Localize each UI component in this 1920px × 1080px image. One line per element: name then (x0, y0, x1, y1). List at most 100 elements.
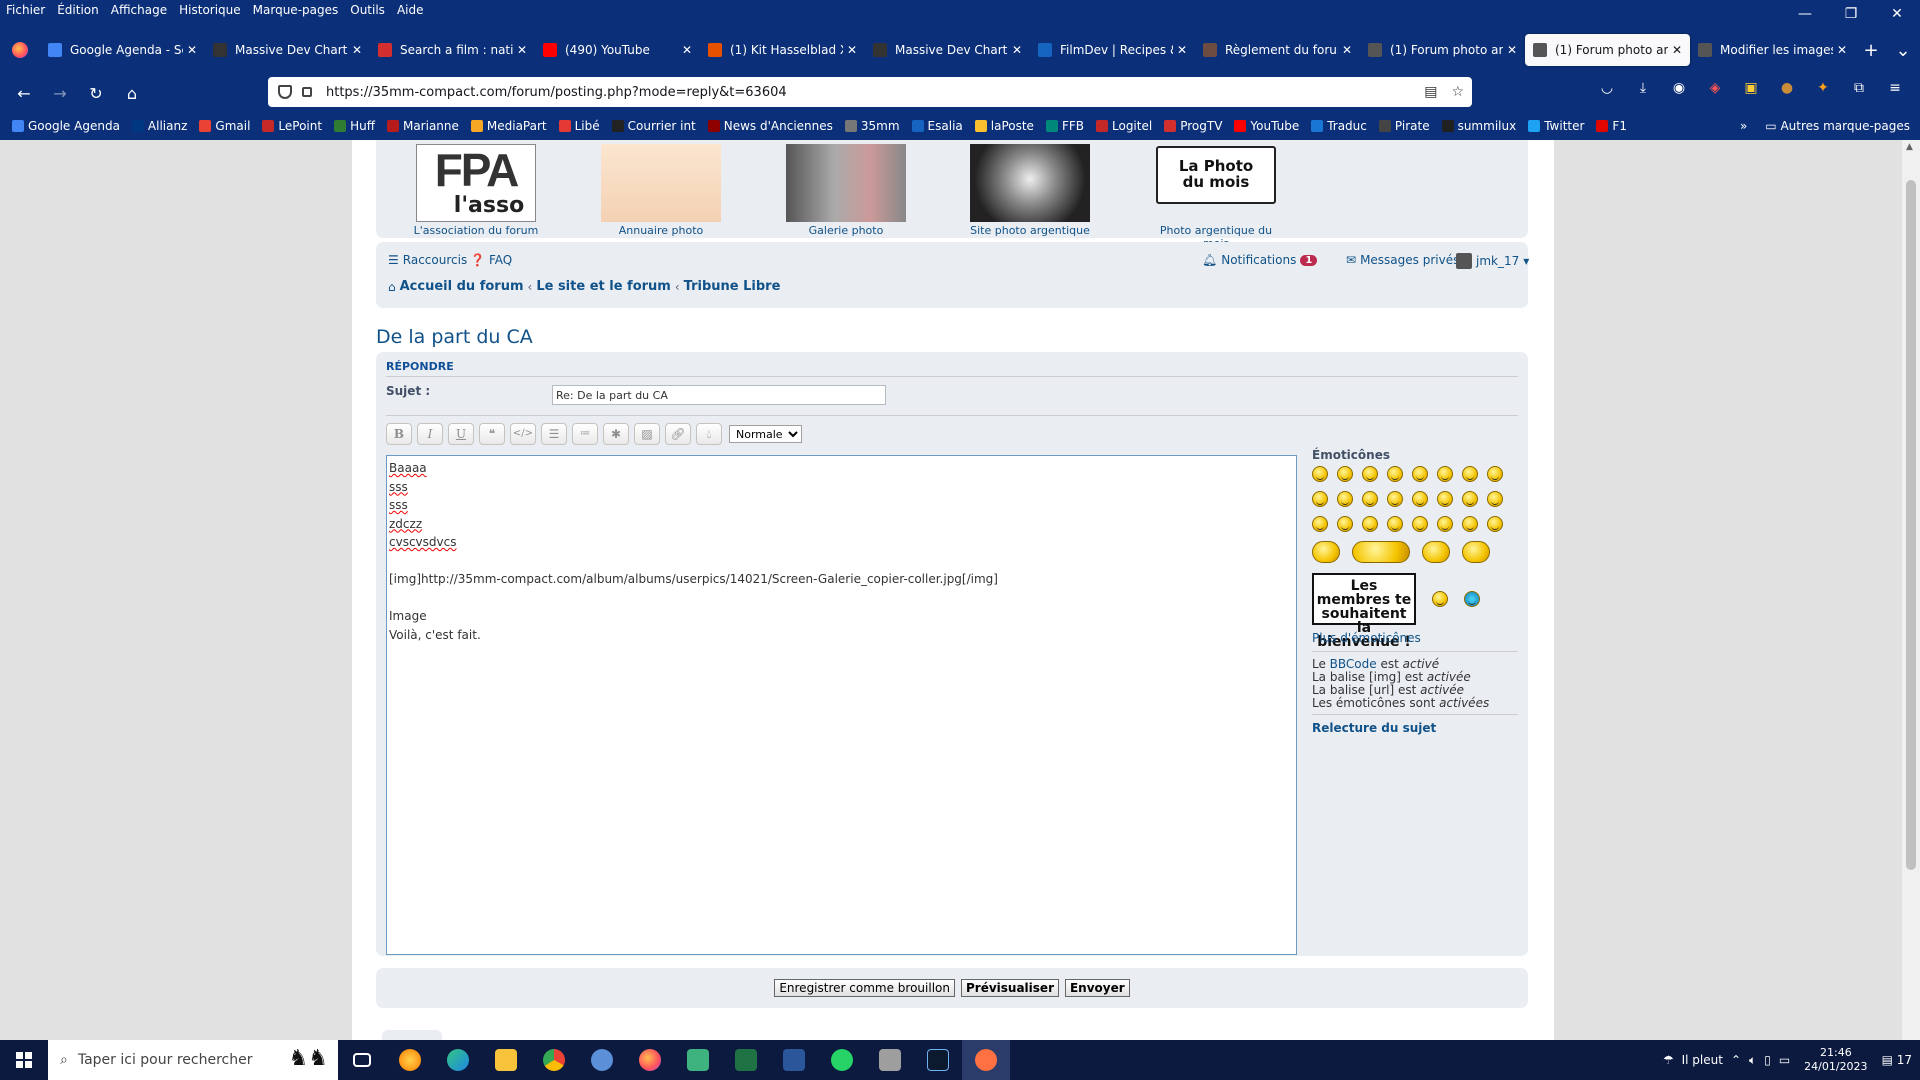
smiley-icon[interactable] (1487, 466, 1503, 482)
menu-item[interactable]: Aide (397, 3, 424, 17)
smiley-icon[interactable] (1362, 466, 1378, 482)
message-textarea[interactable]: Baaaa sss sss zdczz cvscvsdvcs [img]http://3… (386, 455, 1297, 955)
notification-center-icon[interactable]: ▤ 17 (1882, 1053, 1912, 1067)
tab-close-icon[interactable]: ✕ (1672, 43, 1682, 57)
url-bar[interactable]: https://35mm-compact.com/forum/posting.p… (268, 77, 1472, 107)
smiley-icon[interactable] (1312, 491, 1328, 507)
reader-view-icon[interactable]: ▤ (1424, 84, 1437, 100)
smiley-icon[interactable] (1337, 491, 1353, 507)
github-desktop-icon[interactable] (578, 1040, 626, 1080)
word-icon[interactable] (770, 1040, 818, 1080)
browser-tab[interactable]: Google Agenda - Se ✕ (40, 34, 205, 66)
smiley-icon[interactable] (1337, 516, 1353, 532)
bookmark-item[interactable]: Esalia (911, 119, 963, 133)
smiley-icon[interactable] (1437, 491, 1453, 507)
extensions-icon[interactable]: ⧉ (1848, 80, 1870, 102)
weather-icon[interactable]: ☂ (1663, 1053, 1674, 1067)
extension-color-icon[interactable]: ✦ (1812, 80, 1834, 102)
more-smilies-link[interactable]: Plus d'émoticônes (1312, 631, 1518, 645)
image-button[interactable]: ▨ (634, 423, 660, 445)
tab-close-icon[interactable]: ✕ (1837, 43, 1847, 57)
forward-icon[interactable]: → (42, 84, 78, 103)
browser-tab[interactable]: Search a film : natio ✕ (370, 34, 535, 66)
link-button[interactable]: 🔗︎ (665, 423, 691, 445)
minimize-icon[interactable]: — (1782, 0, 1828, 28)
scroll-up-icon[interactable]: ▲ (1906, 142, 1913, 152)
lock-icon[interactable] (302, 87, 312, 97)
smiley-icon[interactable] (1487, 516, 1503, 532)
restore-icon[interactable]: ❐ (1828, 0, 1874, 28)
firefox-icon[interactable] (0, 34, 40, 66)
speaker-icon[interactable]: 🔈︎ (1749, 1053, 1756, 1068)
bookmark-item[interactable]: laPoste (974, 119, 1034, 133)
bookmark-star-icon[interactable]: ☆ (1451, 84, 1464, 100)
smiley-icon[interactable] (1487, 491, 1503, 507)
breadcrumb-item[interactable]: Tribune Libre (684, 279, 781, 294)
chat-app-icon[interactable] (674, 1040, 722, 1080)
app-menu-icon[interactable]: ≡ (1884, 80, 1906, 102)
notifications-link[interactable]: 🔔︎ Notifications 1 (1202, 253, 1318, 267)
topic-review-link[interactable]: Relecture du sujet (1312, 721, 1518, 735)
smiley-icon[interactable] (1462, 541, 1490, 563)
tab-close-icon[interactable]: ✕ (1507, 43, 1517, 57)
browser-tab[interactable]: (1) Kit Hasselblad XP ✕ (700, 34, 865, 66)
menu-item[interactable]: Édition (57, 3, 99, 17)
bookmark-item[interactable]: FFB (1045, 119, 1084, 133)
browser-tab[interactable]: (1) Forum photo arg ✕ (1525, 34, 1690, 66)
tab-close-icon[interactable]: ✕ (682, 43, 692, 57)
bookmark-item[interactable]: Allianz (131, 119, 187, 133)
banner-link[interactable]: FPA l'asso L'association du forum (406, 144, 546, 237)
edge-icon[interactable] (434, 1040, 482, 1080)
bookmark-item[interactable]: Gmail (199, 119, 250, 133)
code-button[interactable]: </> (510, 423, 536, 445)
lightroom-classic-icon[interactable] (914, 1040, 962, 1080)
extension-badge-icon[interactable]: ▣ (1740, 80, 1762, 102)
color-button[interactable]: 💧︎ (696, 423, 722, 445)
weather-text[interactable]: Il pleut (1682, 1053, 1723, 1067)
smiley-icon[interactable] (1437, 466, 1453, 482)
bookmark-item[interactable]: Pirate (1378, 119, 1430, 133)
menu-item[interactable]: Historique (179, 3, 241, 17)
clock[interactable]: 21:46 24/01/2023 (1804, 1046, 1867, 1074)
smiley-icon[interactable] (1337, 466, 1353, 482)
smiley-icon[interactable] (1412, 491, 1428, 507)
bookmark-item[interactable]: YouTube (1234, 119, 1299, 133)
smiley-icon[interactable] (1387, 491, 1403, 507)
smiley-icon[interactable] (1422, 541, 1450, 563)
banner-link[interactable]: Galerie photo (776, 144, 916, 237)
subject-input[interactable] (552, 385, 886, 405)
browser-tab[interactable]: Massive Dev Chart F ✕ (865, 34, 1030, 66)
smiley-icon[interactable] (1387, 466, 1403, 482)
sun-app-icon[interactable] (386, 1040, 434, 1080)
tab-close-icon[interactable]: ✕ (187, 43, 197, 57)
menu-item[interactable]: Fichier (6, 3, 45, 17)
bold-button[interactable]: B (386, 423, 412, 445)
private-messages-link[interactable]: ✉ Messages privés (1346, 253, 1459, 267)
smiley-icon[interactable] (1362, 516, 1378, 532)
bookmark-item[interactable]: Google Agenda (12, 119, 120, 133)
file-explorer-icon[interactable] (482, 1040, 530, 1080)
tab-close-icon[interactable]: ✕ (517, 43, 527, 57)
browser-tab[interactable]: (1) Forum photo arg ✕ (1360, 34, 1525, 66)
tab-close-icon[interactable]: ✕ (1342, 43, 1352, 57)
bookmark-item[interactable]: Huff (334, 119, 375, 133)
smiley-icon[interactable] (1412, 466, 1428, 482)
excel-icon[interactable] (722, 1040, 770, 1080)
user-menu[interactable]: jmk_17 ▾ (1456, 253, 1529, 269)
home-icon[interactable]: ⌂ (114, 84, 150, 103)
reload-icon[interactable]: ↻ (78, 84, 114, 103)
smiley-icon[interactable] (1432, 591, 1448, 607)
taskbar-search[interactable]: ⌕ Taper ici pour rechercher ♞♞ (48, 1040, 338, 1080)
smiley-icon[interactable] (1312, 466, 1328, 482)
tracking-shield-icon[interactable] (278, 85, 292, 99)
numbered-list-button[interactable]: ≔ (572, 423, 598, 445)
chevron-up-icon[interactable]: ⌃ (1731, 1053, 1741, 1067)
bookmark-item[interactable]: Logitel (1096, 119, 1152, 133)
bookmark-item[interactable]: LePoint (262, 119, 322, 133)
network-icon[interactable]: ▭ (1779, 1053, 1790, 1067)
browser-tab[interactable]: FilmDev | Recipes & ✕ (1030, 34, 1195, 66)
bbcode-link[interactable]: BBCode (1330, 657, 1377, 671)
quote-button[interactable]: ❝ (479, 423, 505, 445)
smiley-icon[interactable] (1362, 491, 1378, 507)
browser-tab[interactable]: Modifier les images ✕ (1690, 34, 1855, 66)
